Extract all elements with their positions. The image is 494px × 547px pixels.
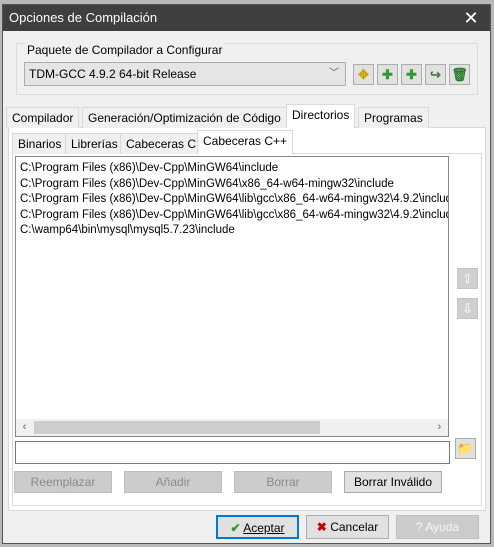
- delete-invalid-button[interactable]: Borrar Inválido: [344, 471, 442, 493]
- list-item[interactable]: C:\Program Files (x86)\Dev-Cpp\MinGW64\x…: [16, 177, 448, 193]
- horizontal-scrollbar[interactable]: ‹ ›: [16, 419, 448, 436]
- compiler-options-dialog: Opciones de Compilación ✕ Paquete de Com…: [2, 4, 491, 544]
- help-icon: ?: [415, 520, 423, 534]
- replace-button[interactable]: Reemplazar: [14, 471, 112, 493]
- delete-button[interactable]: Borrar: [234, 471, 332, 493]
- help-label: Ayuda: [425, 520, 460, 534]
- close-button[interactable]: ✕: [458, 5, 484, 31]
- directory-path-input[interactable]: [15, 441, 450, 464]
- scroll-right-icon[interactable]: ›: [431, 419, 448, 436]
- tab-programas[interactable]: Programas: [358, 107, 429, 128]
- subtab-librerias[interactable]: Librerías: [65, 133, 124, 154]
- chevron-down-icon: ﹀: [329, 68, 339, 79]
- compiler-set-value: TDM-GCC 4.9.2 64-bit Release: [29, 67, 197, 81]
- tab-compilador[interactable]: Compilador: [6, 107, 80, 128]
- list-item[interactable]: C:\Program Files (x86)\Dev-Cpp\MinGW64\i…: [16, 161, 448, 177]
- compiler-set-select[interactable]: TDM-GCC 4.9.2 64-bit Release ﹀: [24, 62, 346, 86]
- x-icon: ✖: [316, 520, 327, 534]
- subtab-cabeceras-cpp[interactable]: Cabeceras C++: [197, 130, 294, 154]
- check-icon: ✔: [230, 521, 241, 535]
- window-title: Opciones de Compilación: [9, 10, 158, 25]
- move-up-button[interactable]: ⇧: [457, 268, 478, 289]
- add-set-folder-button[interactable]: ✚: [401, 64, 422, 85]
- tab-directorios[interactable]: Directorios: [286, 104, 356, 128]
- list-item[interactable]: C:\wamp64\bin\mysql\mysql5.7.23\include: [16, 223, 448, 239]
- scrollbar-thumb[interactable]: [34, 421, 320, 434]
- compiler-set-label: Paquete de Compilador a Configurar: [25, 43, 225, 57]
- copy-set-button[interactable]: ↪: [425, 64, 446, 85]
- directory-list[interactable]: C:\Program Files (x86)\Dev-Cpp\MinGW64\i…: [15, 156, 449, 437]
- title-bar: Opciones de Compilación ✕: [3, 5, 490, 31]
- list-item[interactable]: C:\Program Files (x86)\Dev-Cpp\MinGW64\l…: [16, 192, 448, 208]
- move-down-button[interactable]: ⇩: [457, 298, 478, 319]
- subtab-binarios[interactable]: Binarios: [12, 133, 68, 154]
- tab-generacion[interactable]: Generación/Optimización de Código: [82, 107, 287, 128]
- browse-folder-button[interactable]: 📁: [455, 438, 476, 459]
- add-set-button[interactable]: ✚: [377, 64, 398, 85]
- cancel-button[interactable]: ✖ Cancelar: [306, 515, 389, 539]
- ok-label: Aceptar: [243, 521, 285, 535]
- delete-set-button[interactable]: 🗑: [449, 64, 470, 85]
- list-item[interactable]: C:\Program Files (x86)\Dev-Cpp\MinGW64\l…: [16, 208, 448, 224]
- rename-set-button[interactable]: ✥: [353, 64, 374, 85]
- cancel-label: Cancelar: [330, 520, 379, 534]
- ok-button[interactable]: ✔ Aceptar: [216, 515, 299, 539]
- subtab-cabeceras-c[interactable]: Cabeceras C: [120, 133, 203, 154]
- scroll-left-icon[interactable]: ‹: [16, 419, 33, 436]
- help-button[interactable]: ? Ayuda: [396, 515, 479, 539]
- add-button[interactable]: Añadir: [124, 471, 222, 493]
